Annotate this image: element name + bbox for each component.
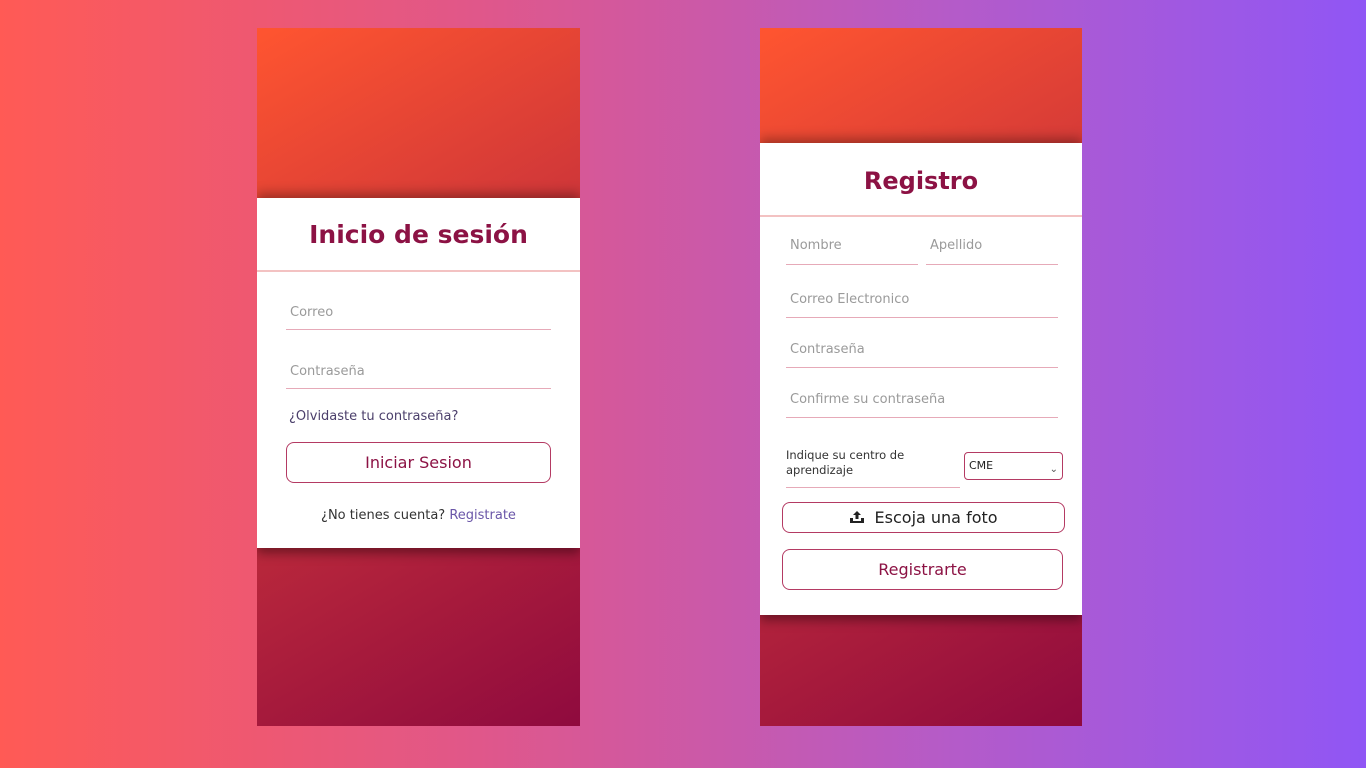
learning-center-label: Indique su centro de aprendizaje <box>786 448 960 488</box>
register-password-placeholder: Contraseña <box>790 342 865 357</box>
login-title: Inicio de sesión <box>309 220 528 249</box>
forgot-password-link[interactable]: ¿Olvidaste tu contraseña? <box>289 409 458 424</box>
register-email-input[interactable]: Correo Electronico <box>786 292 1058 318</box>
register-title: Registro <box>863 167 979 195</box>
register-email-placeholder: Correo Electronico <box>790 292 910 307</box>
register-screen: Registro Nombre Apellido Correo Electron… <box>760 28 1082 726</box>
login-email-input[interactable]: Correo <box>286 305 551 330</box>
confirm-password-input[interactable]: Confirme su contraseña <box>786 392 1058 418</box>
learning-center-select[interactable]: CME ⌄ <box>964 452 1063 480</box>
choose-photo-label: Escoja una foto <box>874 508 998 527</box>
login-screen: Inicio de sesión Correo Contraseña ¿Olvi… <box>257 28 580 726</box>
chevron-down-icon: ⌄ <box>1049 464 1058 475</box>
last-name-placeholder: Apellido <box>930 238 983 253</box>
register-card: Registro Nombre Apellido Correo Electron… <box>760 143 1082 615</box>
register-button[interactable]: Registrarte <box>782 549 1063 590</box>
upload-icon <box>850 511 865 523</box>
login-button[interactable]: Iniciar Sesion <box>286 442 551 483</box>
signup-prompt: ¿No tienes cuenta? Registrate <box>257 508 580 523</box>
title-divider <box>257 270 580 272</box>
login-password-placeholder: Contraseña <box>290 364 365 379</box>
confirm-password-placeholder: Confirme su contraseña <box>790 392 946 407</box>
register-password-input[interactable]: Contraseña <box>786 342 1058 368</box>
first-name-placeholder: Nombre <box>790 238 842 253</box>
register-link[interactable]: Registrate <box>449 508 516 523</box>
learning-center-value: CME <box>969 459 994 472</box>
last-name-input[interactable]: Apellido <box>926 238 1058 265</box>
first-name-input[interactable]: Nombre <box>786 238 918 265</box>
title-divider <box>760 215 1082 217</box>
choose-photo-button[interactable]: Escoja una foto <box>782 502 1065 533</box>
login-email-placeholder: Correo <box>290 305 334 320</box>
login-password-input[interactable]: Contraseña <box>286 364 551 389</box>
no-account-text: ¿No tienes cuenta? <box>321 508 446 523</box>
login-card: Inicio de sesión Correo Contraseña ¿Olvi… <box>257 198 580 548</box>
